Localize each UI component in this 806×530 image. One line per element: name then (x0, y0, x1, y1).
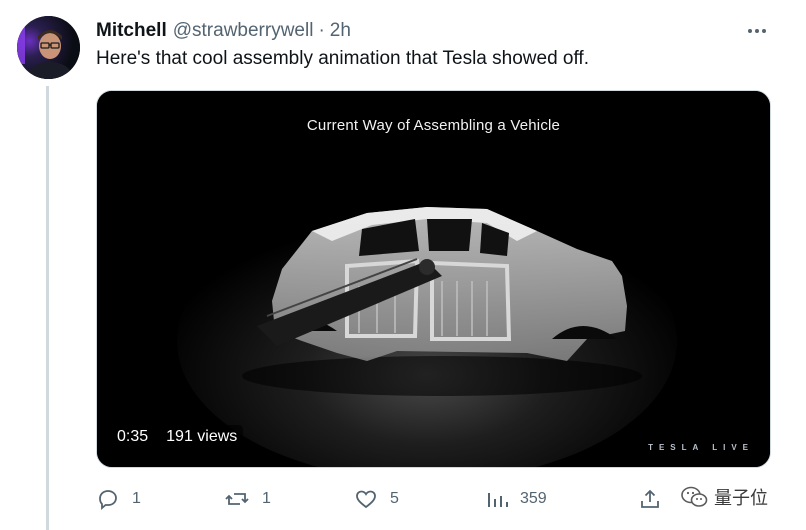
views-button[interactable]: 359 (486, 484, 547, 514)
wechat-logo-icon (681, 486, 708, 507)
reply-icon (99, 490, 117, 510)
source-watermark: 量子位 (680, 484, 768, 510)
tweet-header: Mitchell @strawberrywell · 2h (96, 18, 351, 44)
tweet-text: Here's that cool assembly animation that… (96, 48, 589, 69)
reply-button[interactable]: 1 (96, 484, 141, 514)
author-name[interactable]: Mitchell (96, 20, 167, 42)
separator-dot: · (318, 20, 325, 41)
avatar-image (17, 16, 80, 79)
thread-line (46, 86, 49, 530)
video-meta: 0:35 191 views (111, 425, 244, 449)
repost-button[interactable]: 1 (224, 484, 271, 514)
video-views: 191 views (160, 425, 244, 449)
author-handle[interactable]: @strawberrywell (173, 20, 314, 42)
views-count: 359 (520, 490, 547, 507)
tweet: Mitchell @strawberrywell · 2h Here's tha… (0, 0, 806, 530)
video-player[interactable]: Current Way of Assembling a Vehicle 0:35… (96, 90, 771, 468)
repost-icon (225, 493, 249, 505)
more-button[interactable] (744, 18, 770, 44)
like-button[interactable]: 5 (354, 484, 399, 514)
video-title: Current Way of Assembling a Vehicle (306, 117, 561, 134)
timestamp[interactable]: 2h (330, 20, 351, 42)
video-frame (97, 91, 770, 467)
like-icon (356, 490, 376, 509)
repost-count: 1 (262, 490, 271, 507)
views-icon (488, 493, 508, 507)
reply-count: 1 (132, 490, 141, 507)
more-icon (748, 29, 766, 33)
source-watermark-text: 量子位 (714, 488, 768, 508)
avatar[interactable] (17, 16, 80, 79)
share-icon (641, 489, 659, 508)
like-count: 5 (390, 490, 399, 507)
video-watermark: TESLA LIVE (648, 443, 754, 452)
share-button[interactable] (638, 484, 662, 514)
video-duration: 0:35 (111, 425, 155, 449)
